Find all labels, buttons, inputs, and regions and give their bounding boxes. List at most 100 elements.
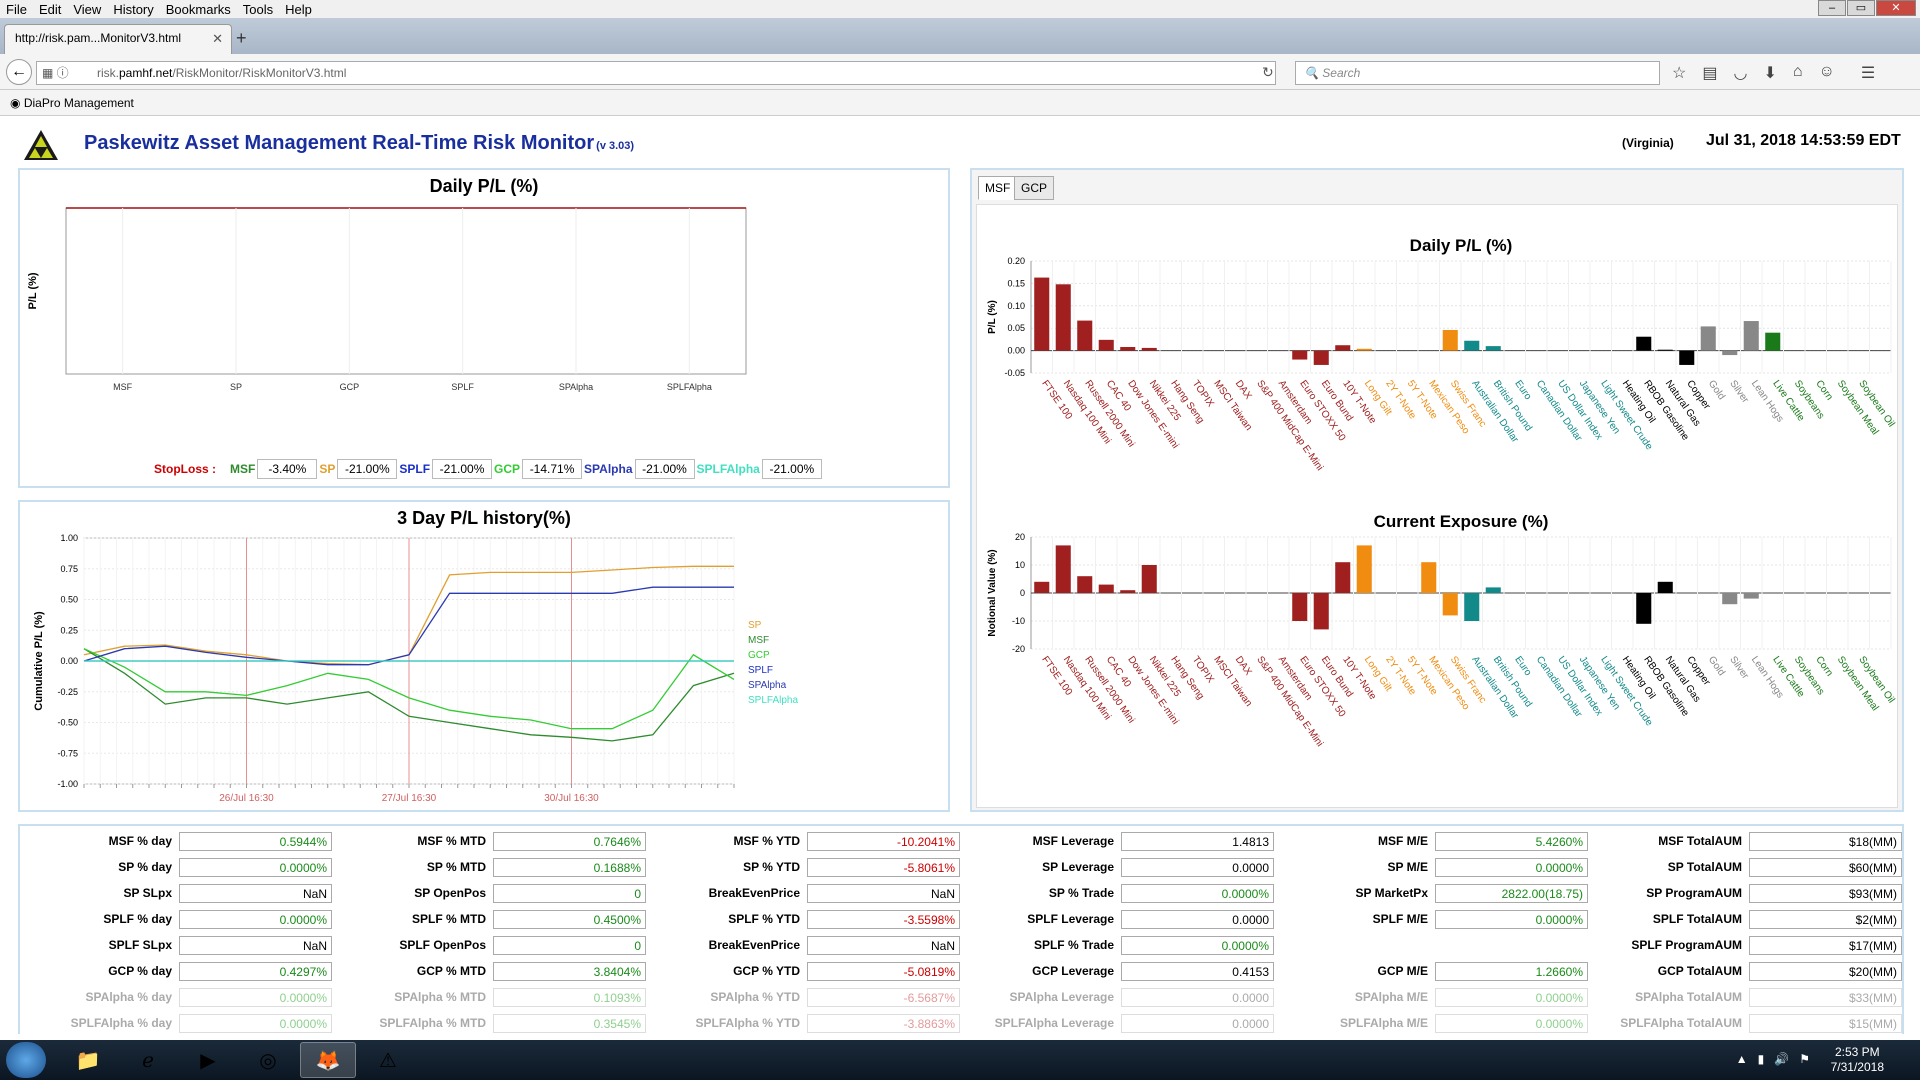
x-tick-label: Silver <box>1727 378 1751 405</box>
stoploss-fund-name: SP <box>319 462 336 476</box>
home-icon[interactable]: ⌂ <box>1793 63 1803 83</box>
stat-label: SP Leverage <box>1042 860 1114 874</box>
url-bar[interactable]: risk.pamhf.net/RiskMonitor/RiskMonitorV3… <box>36 61 1276 85</box>
download-icon[interactable]: ⬇ <box>1763 63 1776 83</box>
taskbar-clock[interactable]: 2:53 PM 7/31/2018 <box>1831 1045 1884 1075</box>
x-tick-label: SPLFAlpha <box>667 382 712 392</box>
y-tick-label: -0.05 <box>1004 368 1025 378</box>
back-button[interactable]: ← <box>6 59 32 85</box>
chat-icon[interactable]: ☺ <box>1819 63 1835 83</box>
page-title: Paskewitz Asset Management Real-Time Ris… <box>84 132 634 155</box>
menu-history[interactable]: History <box>107 2 159 17</box>
menu-edit[interactable]: Edit <box>33 2 67 17</box>
stat-label: MSF % day <box>108 834 172 848</box>
warning-app-icon[interactable]: ⚠ <box>360 1042 416 1078</box>
close-window-button[interactable]: ✕ <box>1876 0 1916 16</box>
company-logo <box>24 130 58 160</box>
minimize-button[interactable]: – <box>1818 0 1846 16</box>
bar <box>1120 590 1136 593</box>
stoploss-value: -21.00% <box>634 459 695 479</box>
stoploss-value: -3.40% <box>257 459 318 479</box>
maximize-button[interactable]: ▭ <box>1847 0 1875 16</box>
stat-row: SP TotalAUM $60(MM) <box>1532 858 1902 877</box>
firefox-icon[interactable]: 🦊 <box>300 1042 356 1078</box>
internet-explorer-icon[interactable]: ℯ <box>120 1042 176 1078</box>
x-tick-label: Corn <box>1813 654 1834 678</box>
stat-label: SPAlpha M/E <box>1354 990 1428 1004</box>
search-input[interactable]: 🔍 Search <box>1295 61 1660 85</box>
bar <box>1098 584 1114 593</box>
x-tick-label: DAX <box>1233 378 1254 401</box>
tab-msf[interactable]: MSF <box>978 176 1018 200</box>
stat-value: 0.0000% <box>1121 936 1274 955</box>
y-axis-label: P/L (%) <box>987 300 998 334</box>
bookmark-star-icon[interactable]: ☆ <box>1672 63 1686 83</box>
bar <box>1077 320 1093 351</box>
stoploss-value: -21.00% <box>761 459 822 479</box>
tab-msf-label: MSF <box>985 181 1011 195</box>
y-tick-label: -1.00 <box>57 779 78 789</box>
menu-help[interactable]: Help <box>279 2 318 17</box>
menu-bookmarks[interactable]: Bookmarks <box>160 2 237 17</box>
navigation-bar: ← risk.pamhf.net/RiskMonitor/RiskMonitor… <box>0 54 1920 90</box>
network-icon[interactable]: ▮ <box>1758 1052 1765 1066</box>
bar <box>1292 350 1308 360</box>
bar <box>1313 593 1329 630</box>
y-tick-label: 0.15 <box>1007 278 1025 288</box>
flag-icon[interactable]: ⚑ <box>1799 1052 1810 1066</box>
media-player-icon[interactable]: ▶ <box>180 1042 236 1078</box>
menu-view[interactable]: View <box>67 2 107 17</box>
tab-bar: http://risk.pam...MonitorV3.html ✕ + <box>0 18 1920 54</box>
x-tick-label: Silver <box>1727 654 1751 681</box>
new-tab-button[interactable]: + <box>236 28 247 49</box>
x-tick-label: Euro <box>1512 654 1533 678</box>
close-tab-icon[interactable]: ✕ <box>212 31 223 47</box>
location-label: (Virginia) <box>1622 136 1674 150</box>
bookmark-item[interactable]: ◉ DiaPro Management <box>10 96 134 110</box>
y-axis-label: Cumulative P/L (%) <box>33 611 45 711</box>
exposure-chart: Current Exposure (%)20100-10-20FTSE 100N… <box>987 512 1897 749</box>
y-tick-label: 20 <box>1015 532 1025 542</box>
start-button[interactable] <box>6 1042 46 1078</box>
y-tick-label: 0.10 <box>1007 301 1025 311</box>
bar <box>1442 593 1458 616</box>
tab-gcp[interactable]: GCP <box>1014 176 1055 200</box>
browser-tab[interactable]: http://risk.pam...MonitorV3.html ✕ <box>4 24 232 54</box>
hamburger-menu-icon[interactable]: ☰ <box>1861 63 1875 83</box>
bar <box>1485 587 1501 593</box>
datetime-label: Jul 31, 2018 14:53:59 EDT <box>1706 132 1901 149</box>
y-tick-label: 0.75 <box>60 564 78 574</box>
stoploss-fund-name: SPAlpha <box>584 462 633 476</box>
clock-time: 2:53 PM <box>1834 1045 1880 1059</box>
y-tick-label: 0.00 <box>1007 346 1025 356</box>
menu-file[interactable]: File <box>0 2 33 17</box>
stat-label: SPLF % MTD <box>412 912 486 926</box>
menu-tools[interactable]: Tools <box>237 2 279 17</box>
y-tick-label: 0.50 <box>60 595 78 605</box>
stat-label: SPLF % YTD <box>728 912 800 926</box>
tab-title: http://risk.pam...MonitorV3.html <box>15 31 182 45</box>
stat-row: SPLF ProgramAUM $17(MM) <box>1532 936 1902 955</box>
stat-label: SPLFAlpha M/E <box>1339 1016 1428 1030</box>
reading-list-icon[interactable]: ▤ <box>1702 63 1717 83</box>
stat-label: SPLF % day <box>103 912 172 926</box>
stat-row: GCP TotalAUM $20(MM) <box>1532 962 1902 981</box>
chrome-icon[interactable]: ◎ <box>240 1042 296 1078</box>
window-controls: – ▭ ✕ <box>1818 0 1916 16</box>
daily-pl-chart: MSF SP GCP SPLF SPAlpha SPLFAlpha P/L (%) <box>27 207 747 392</box>
tray-arrow-icon[interactable]: ▲ <box>1736 1052 1748 1066</box>
clock-date: 7/31/2018 <box>1830 1060 1884 1074</box>
file-explorer-icon[interactable]: 📁 <box>60 1042 116 1078</box>
url-prefix: risk. <box>97 66 119 80</box>
pocket-icon[interactable]: ◡ <box>1733 63 1747 83</box>
y-tick-label: 0.00 <box>60 656 78 666</box>
stat-label: MSF M/E <box>1378 834 1428 848</box>
bar <box>1657 581 1673 593</box>
reload-icon[interactable]: ↻ <box>1262 64 1274 81</box>
site-info-icon[interactable]: ▦ ⓘ <box>42 64 69 81</box>
bar <box>1034 277 1050 351</box>
bar <box>1120 347 1136 351</box>
volume-icon[interactable]: 🔊 <box>1774 1052 1789 1066</box>
legend-item: GCP <box>748 650 770 661</box>
stats-panel: MSF % day 0.5944% SP % day 0.0000% SP SLpx Na… <box>18 824 1904 1034</box>
